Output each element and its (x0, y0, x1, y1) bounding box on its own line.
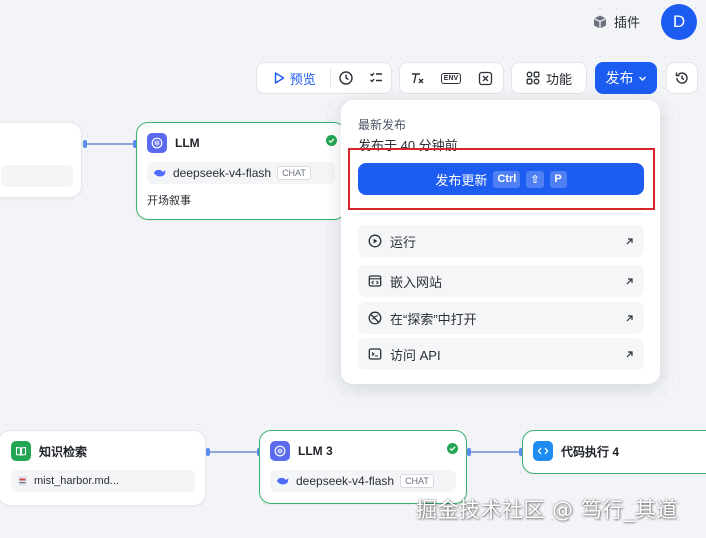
checklist-button[interactable] (361, 63, 391, 93)
clock-run-icon (338, 70, 354, 86)
whale-icon (276, 475, 290, 487)
file-name: mist_harbor.md... (34, 475, 119, 487)
llm-icon (270, 441, 290, 461)
cube-icon (592, 14, 608, 30)
features-label: 功能 (545, 71, 572, 87)
whale-icon (153, 167, 167, 179)
version-history-button[interactable] (666, 62, 698, 94)
success-check-icon (326, 135, 337, 146)
publish-button[interactable]: 发布 (595, 62, 657, 94)
node-title: LLM (175, 136, 200, 150)
publish-dropdown: 最新发布 发布于 40 分钟前 发布更新 Ctrl ⇧ P 运行 嵌入网站 在“… (341, 100, 660, 384)
run-toolbar: 预览 (256, 62, 392, 94)
clear-format-icon (410, 71, 424, 85)
grid-apps-icon (526, 71, 540, 85)
start-node[interactable] (0, 122, 82, 198)
publish-label: 发布 (605, 70, 634, 86)
variable-button[interactable] (469, 63, 502, 93)
preview-button[interactable]: 预览 (257, 63, 330, 93)
edge (471, 451, 521, 453)
plugins-label: 插件 (614, 15, 641, 30)
external-arrow-icon (625, 350, 634, 359)
menu-item-embed[interactable]: 嵌入网站 (358, 265, 644, 297)
external-arrow-icon (625, 237, 634, 246)
knowledge-node[interactable]: 知识检索 mist_harbor.md... (0, 430, 206, 506)
terminal-icon (368, 347, 382, 361)
node-field (1, 165, 73, 187)
chat-tag: CHAT (277, 166, 311, 180)
menu-item-label: 嵌入网站 (390, 274, 443, 290)
env-button[interactable]: ENV (433, 63, 469, 93)
avatar[interactable]: D (661, 4, 697, 40)
node-title: 代码执行 4 (561, 444, 620, 459)
debug-history-button[interactable] (331, 63, 361, 93)
features-button[interactable]: 功能 (511, 62, 587, 94)
edge (210, 451, 258, 453)
code-icon (533, 441, 553, 461)
file-icon (17, 475, 28, 487)
menu-item-explore[interactable]: 在“探索”中打开 (358, 302, 644, 334)
variable-icon (478, 71, 493, 86)
node-title: 知识检索 (39, 444, 88, 459)
external-arrow-icon (625, 314, 634, 323)
external-arrow-icon (625, 277, 634, 286)
variable-toolbar: ENV (399, 62, 504, 94)
file-chip[interactable]: mist_harbor.md... (11, 470, 195, 492)
model-name: deepseek-v4-flash (173, 166, 272, 180)
edge (87, 143, 135, 145)
play-circle-icon (368, 234, 382, 248)
panel-title: 最新发布 (358, 118, 407, 132)
output-variable: 开场叙事 (147, 195, 191, 207)
menu-item-label: 运行 (390, 234, 417, 250)
checklist-icon (369, 71, 383, 85)
plugins-button[interactable]: 插件 (592, 12, 640, 31)
menu-item-api[interactable]: 访问 API (358, 338, 644, 370)
code-node[interactable]: 代码执行 4 (522, 430, 706, 474)
menu-item-run[interactable]: 运行 (358, 225, 644, 257)
node-title: LLM 3 (298, 444, 333, 458)
success-check-icon (447, 443, 458, 454)
model-selector[interactable]: deepseek-v4-flash CHAT (147, 162, 335, 184)
chevron-down-icon (638, 74, 647, 83)
preview-label: 预览 (289, 71, 316, 87)
model-selector[interactable]: deepseek-v4-flash CHAT (270, 470, 456, 492)
env-icon: ENV (440, 72, 462, 84)
book-icon (11, 441, 31, 461)
play-icon (272, 71, 286, 85)
model-name: deepseek-v4-flash (296, 474, 395, 488)
history-icon (674, 70, 690, 86)
menu-item-label: 在“探索”中打开 (390, 311, 477, 327)
chat-tag: CHAT (400, 474, 434, 488)
clear-format-button[interactable] (400, 63, 433, 93)
explore-icon (368, 311, 382, 325)
embed-icon (368, 274, 382, 288)
divider (358, 213, 644, 214)
highlight-box (348, 148, 655, 210)
llm-node[interactable]: LLM deepseek-v4-flash CHAT 开场叙事 (136, 122, 346, 220)
llm3-node[interactable]: LLM 3 deepseek-v4-flash CHAT (259, 430, 467, 504)
menu-item-label: 访问 API (390, 347, 441, 363)
watermark: 掘金技术社区 @ 笃行_其道 (416, 498, 678, 522)
llm-icon (147, 133, 167, 153)
